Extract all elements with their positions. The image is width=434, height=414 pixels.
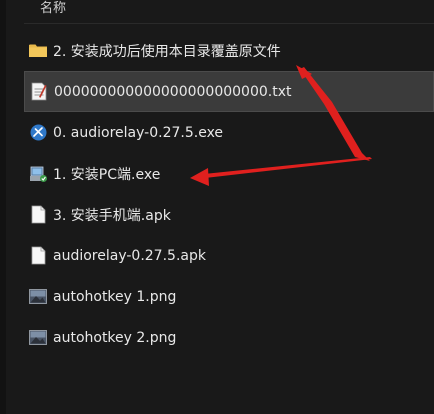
audiorelay-app-icon xyxy=(28,123,48,143)
list-item[interactable]: audiorelay-0.27.5.apk xyxy=(24,235,434,276)
header-divider xyxy=(24,23,434,24)
text-file-icon xyxy=(29,82,49,102)
list-item[interactable]: 1. 安装PC端.exe xyxy=(24,153,434,194)
navigation-pane-edge xyxy=(0,0,6,414)
column-header-name[interactable]: 名称 xyxy=(40,0,66,20)
file-name: 1. 安装PC端.exe xyxy=(53,166,161,183)
folder-icon xyxy=(28,41,48,61)
blank-file-icon xyxy=(28,246,48,266)
file-name: autohotkey 2.png xyxy=(53,329,177,346)
installer-exe-icon xyxy=(28,164,48,184)
file-name: 3. 安装手机端.apk xyxy=(53,207,171,224)
list-item[interactable]: autohotkey 2.png xyxy=(24,317,434,358)
file-name: 0. audiorelay-0.27.5.exe xyxy=(53,124,224,141)
image-file-icon xyxy=(28,287,48,307)
image-file-icon xyxy=(28,328,48,348)
list-item-selected[interactable]: 000000000000000000000000.txt xyxy=(24,71,434,112)
list-item[interactable]: 0. audiorelay-0.27.5.exe xyxy=(24,112,434,153)
blank-file-icon xyxy=(28,205,48,225)
file-name: autohotkey 1.png xyxy=(53,288,177,305)
list-item[interactable]: 3. 安装手机端.apk xyxy=(24,194,434,235)
file-name: 2. 安装成功后使用本目录覆盖原文件 xyxy=(53,43,281,60)
file-name: 000000000000000000000000.txt xyxy=(54,83,292,100)
file-name: audiorelay-0.27.5.apk xyxy=(53,247,206,264)
file-explorer-pane: 名称 2. 安装成功后使用本目录覆盖原文件 000000000000000000… xyxy=(0,0,434,414)
list-item-folder[interactable]: 2. 安装成功后使用本目录覆盖原文件 xyxy=(24,30,434,71)
file-list: 2. 安装成功后使用本目录覆盖原文件 000000000000000000000… xyxy=(24,30,434,358)
list-item[interactable]: autohotkey 1.png xyxy=(24,276,434,317)
